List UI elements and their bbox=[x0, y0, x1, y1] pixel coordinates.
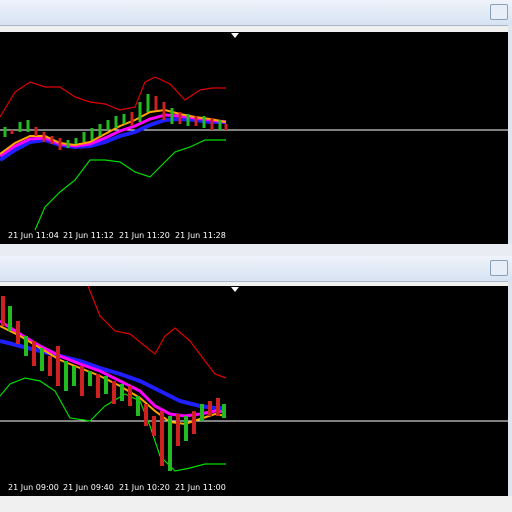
bottom-candle-7 bbox=[56, 346, 60, 386]
top-candle-1 bbox=[10, 130, 14, 134]
top-time-tick-2: 21 Jun 11:12 bbox=[63, 231, 114, 240]
bottom-candle-17 bbox=[136, 396, 140, 416]
top-window-titlebar[interactable] bbox=[0, 0, 512, 26]
top-time-axis: 21 Jun 11:04 21 Jun 11:12 21 Jun 11:20 2… bbox=[0, 230, 508, 244]
bottom-candle-23 bbox=[184, 416, 188, 441]
bottom-candle-5 bbox=[40, 348, 44, 371]
bottom-time-tick-4: 21 Jun 11:00 bbox=[175, 483, 226, 492]
top-candle-21 bbox=[170, 108, 174, 124]
top-lower-band bbox=[34, 139, 226, 230]
bottom-candle-14 bbox=[112, 381, 116, 404]
top-candle-7 bbox=[58, 138, 62, 150]
top-candle-24 bbox=[194, 116, 198, 126]
top-chart-svg bbox=[0, 76, 508, 230]
top-candle-8 bbox=[66, 140, 70, 148]
bottom-candle-11 bbox=[88, 371, 92, 386]
top-candle-13 bbox=[106, 120, 110, 130]
top-candle-15 bbox=[122, 114, 126, 124]
top-candle-3 bbox=[26, 120, 30, 132]
top-right-border bbox=[508, 25, 512, 244]
top-candle-20 bbox=[162, 102, 166, 120]
top-candle-16 bbox=[130, 112, 134, 126]
top-window-close-button[interactable] bbox=[490, 4, 508, 20]
top-candle-25 bbox=[202, 116, 206, 128]
bottom-candle-9 bbox=[72, 366, 76, 386]
bottom-candle-26 bbox=[208, 401, 212, 416]
bottom-time-tick-1: 21 Jun 09:00 bbox=[8, 483, 59, 492]
bottom-window-close-button[interactable] bbox=[490, 260, 508, 276]
bottom-candle-15 bbox=[120, 384, 124, 401]
top-candle-4 bbox=[34, 127, 38, 136]
top-chart-area[interactable] bbox=[0, 32, 508, 230]
top-candle-27 bbox=[218, 120, 222, 130]
top-time-tick-1: 21 Jun 11:04 bbox=[8, 231, 59, 240]
top-upper-band bbox=[0, 76, 226, 118]
bottom-candle-8 bbox=[64, 361, 68, 391]
bottom-candle-18 bbox=[144, 404, 148, 426]
top-candle-5 bbox=[42, 132, 46, 142]
bottom-time-axis: 21 Jun 09:00 21 Jun 09:40 21 Jun 10:20 2… bbox=[0, 482, 508, 496]
bottom-candle-3 bbox=[24, 336, 28, 356]
top-candle-11 bbox=[90, 128, 94, 140]
bottom-candle-1 bbox=[8, 306, 12, 331]
bottom-chart-shift-marker-icon[interactable] bbox=[231, 287, 239, 292]
top-candle-18 bbox=[146, 94, 150, 112]
bottom-status-strip bbox=[0, 496, 512, 512]
top-chart-shift-marker-icon[interactable] bbox=[231, 33, 239, 38]
bottom-candle-25 bbox=[200, 404, 204, 421]
bottom-window-titlebar[interactable] bbox=[0, 256, 512, 282]
top-candle-10 bbox=[82, 132, 86, 142]
bottom-candle-24 bbox=[192, 411, 196, 434]
top-candle-0 bbox=[3, 127, 7, 137]
bottom-candle-27 bbox=[216, 398, 220, 416]
bottom-chart-area[interactable] bbox=[0, 286, 508, 482]
bottom-time-tick-2: 21 Jun 09:40 bbox=[63, 483, 114, 492]
bottom-candle-0 bbox=[1, 296, 5, 326]
top-time-tick-3: 21 Jun 11:20 bbox=[119, 231, 170, 240]
top-candle-6 bbox=[50, 136, 54, 144]
bottom-right-border bbox=[508, 281, 512, 496]
bottom-candle-10 bbox=[80, 366, 84, 396]
bottom-candle-2 bbox=[16, 321, 20, 344]
bottom-chart-svg bbox=[0, 286, 508, 472]
bottom-candle-22 bbox=[176, 414, 180, 446]
bottom-upper-band bbox=[87, 286, 227, 379]
bottom-time-tick-3: 21 Jun 10:20 bbox=[119, 483, 170, 492]
window-separator bbox=[0, 244, 512, 256]
top-candle-19 bbox=[154, 96, 158, 110]
bottom-candle-19 bbox=[152, 416, 156, 436]
bottom-candle-6 bbox=[48, 356, 52, 376]
bottom-candle-4 bbox=[32, 341, 36, 366]
top-candle-14 bbox=[114, 116, 118, 128]
top-candle-17 bbox=[138, 102, 142, 122]
bottom-candle-21 bbox=[168, 416, 172, 471]
top-time-tick-4: 21 Jun 11:28 bbox=[175, 231, 226, 240]
top-candle-2 bbox=[18, 122, 22, 132]
top-candle-26 bbox=[210, 118, 214, 130]
top-candle-12 bbox=[98, 124, 102, 136]
bottom-candle-12 bbox=[96, 374, 100, 398]
top-candle-22 bbox=[178, 112, 182, 124]
bottom-candle-13 bbox=[104, 376, 108, 394]
top-candle-28 bbox=[224, 124, 228, 130]
top-candle-9 bbox=[74, 138, 78, 144]
top-candle-23 bbox=[186, 114, 190, 126]
top-ma-fast bbox=[0, 108, 227, 155]
bottom-candle-20 bbox=[160, 411, 164, 466]
bottom-candle-16 bbox=[128, 386, 132, 406]
bottom-candle-28 bbox=[222, 404, 226, 418]
